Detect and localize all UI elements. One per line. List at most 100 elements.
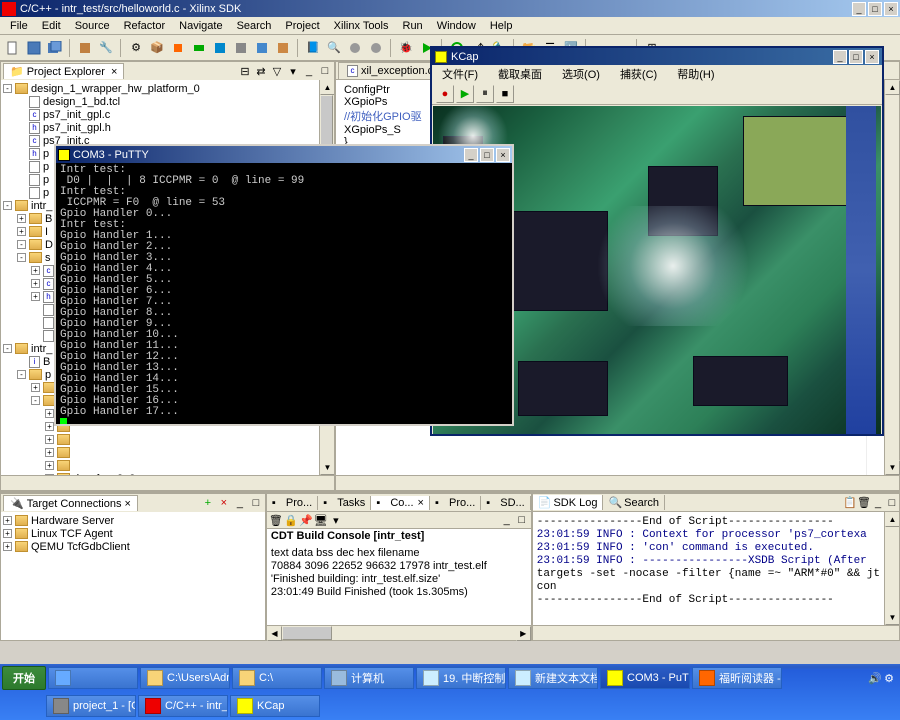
- maximize-panel-icon[interactable]: □: [249, 496, 263, 510]
- minimize-panel-icon[interactable]: _: [871, 496, 885, 510]
- tree-toggle-icon[interactable]: -: [3, 201, 12, 210]
- debug-icon[interactable]: 🐞: [397, 39, 415, 57]
- tree-toggle-icon[interactable]: -: [17, 253, 26, 262]
- menu-edit[interactable]: Edit: [36, 19, 67, 33]
- target-item[interactable]: +Linux TCF Agent: [3, 527, 263, 540]
- editor-hscroll[interactable]: [336, 475, 899, 490]
- menu-source[interactable]: Source: [69, 19, 116, 33]
- tree-toggle-icon[interactable]: +: [31, 383, 40, 392]
- project-explorer-hscroll[interactable]: [1, 475, 334, 490]
- menu-xilinx-tools[interactable]: Xilinx Tools: [328, 19, 395, 33]
- bottom-tab-tasks[interactable]: ▪Tasks: [318, 496, 371, 510]
- icon-b[interactable]: [367, 39, 385, 57]
- console-content[interactable]: text data bss dec hex filename 70884 309…: [267, 543, 531, 603]
- tree-toggle-icon[interactable]: +: [45, 422, 54, 431]
- minimize-panel-icon[interactable]: _: [233, 496, 247, 510]
- target-connections-tab[interactable]: 🔌 Target Connections ×: [3, 495, 138, 511]
- filter-icon[interactable]: ▽: [270, 64, 284, 78]
- save-icon[interactable]: [25, 39, 43, 57]
- tree-node[interactable]: +: [3, 459, 317, 472]
- kcap-menu-help[interactable]: 帮助(H): [671, 65, 720, 83]
- tree-toggle-icon[interactable]: +: [45, 461, 54, 470]
- scroll-down-icon[interactable]: ▼: [320, 460, 334, 475]
- sdk-log-hscroll[interactable]: [533, 625, 899, 640]
- menu-window[interactable]: Window: [431, 19, 482, 33]
- menu-file[interactable]: File: [4, 19, 34, 33]
- menu-run[interactable]: Run: [397, 19, 429, 33]
- book-icon[interactable]: 📘: [304, 39, 322, 57]
- kcap-play-button[interactable]: ▶: [456, 85, 474, 103]
- start-button[interactable]: 开始: [2, 666, 46, 690]
- bottom-tab-console[interactable]: ▪Co...×: [371, 496, 430, 510]
- menu-project[interactable]: Project: [279, 19, 325, 33]
- tree-node[interactable]: +: [3, 433, 317, 446]
- maximize-button[interactable]: □: [868, 2, 882, 16]
- collapse-all-icon[interactable]: ⊟: [238, 64, 252, 78]
- tree-node[interactable]: cps7_init_gpl.c: [3, 108, 317, 121]
- tray-icon[interactable]: ⚙: [884, 672, 894, 685]
- board-icon[interactable]: [190, 39, 208, 57]
- kcap-close-button[interactable]: ×: [865, 50, 879, 64]
- new-icon[interactable]: [4, 39, 22, 57]
- console-hscroll[interactable]: ◀ ▶: [267, 625, 531, 640]
- wrench-icon[interactable]: 🔧: [97, 39, 115, 57]
- tree-toggle-icon[interactable]: +: [45, 435, 54, 444]
- editor-scroll-up-icon[interactable]: ▲: [885, 80, 900, 95]
- taskbar-item[interactable]: C/C++ - intr_tes...: [138, 695, 228, 717]
- kcap-menu-file[interactable]: 文件(F): [436, 65, 484, 83]
- putty-window[interactable]: COM3 - PuTTY _ □ × Intr test: D0 | | | 8…: [54, 144, 514, 426]
- kcap-stop-button[interactable]: ■: [496, 85, 514, 103]
- console-pin-icon[interactable]: 📌: [299, 513, 313, 527]
- tree-toggle-icon[interactable]: -: [3, 84, 12, 93]
- tree-toggle-icon[interactable]: +: [17, 227, 26, 236]
- icon-a[interactable]: [346, 39, 364, 57]
- menu-navigate[interactable]: Navigate: [173, 19, 228, 33]
- sdk-log-scrollbar[interactable]: ▲▼: [884, 512, 899, 625]
- close-tab-icon[interactable]: ×: [111, 66, 117, 78]
- package-icon[interactable]: 📦: [148, 39, 166, 57]
- console-clear-icon[interactable]: 🗑: [269, 513, 283, 527]
- minimize-console-icon[interactable]: _: [500, 513, 514, 527]
- tool2-icon[interactable]: [253, 39, 271, 57]
- maximize-panel-icon[interactable]: □: [318, 64, 332, 78]
- sdk-log-clear-icon[interactable]: 🗑: [857, 496, 871, 510]
- tree-toggle-icon[interactable]: +: [31, 292, 40, 301]
- minimize-panel-icon[interactable]: _: [302, 64, 316, 78]
- tree-toggle-icon[interactable]: -: [31, 396, 40, 405]
- console-lock-icon[interactable]: 🔒: [284, 513, 298, 527]
- maximize-panel-icon[interactable]: □: [885, 496, 899, 510]
- sdk-log-content[interactable]: ----------------End of Script-----------…: [533, 512, 884, 625]
- link-editor-icon[interactable]: ⇄: [254, 64, 268, 78]
- remove-target-icon[interactable]: ×: [217, 496, 231, 510]
- scroll-up-icon[interactable]: ▲: [320, 80, 334, 95]
- console-scroll-left-icon[interactable]: ◀: [267, 626, 282, 641]
- scroll-up-icon[interactable]: ▲: [885, 512, 899, 527]
- tree-toggle-icon[interactable]: +: [31, 279, 40, 288]
- project-explorer-tab[interactable]: 📁 Project Explorer ×: [3, 63, 124, 79]
- target-connections-tree[interactable]: +Hardware Server+Linux TCF Agent+QEMU Tc…: [1, 512, 265, 640]
- putty-maximize-button[interactable]: □: [480, 148, 494, 162]
- console-menu-icon[interactable]: ▾: [329, 513, 343, 527]
- add-target-icon[interactable]: +: [201, 496, 215, 510]
- tree-node[interactable]: +: [3, 446, 317, 459]
- minimize-button[interactable]: _: [852, 2, 866, 16]
- taskbar-item[interactable]: 19. 中断控制...: [416, 667, 506, 689]
- sdk-log-tab[interactable]: 📄 SDK Log: [533, 495, 604, 510]
- gear-icon[interactable]: ⚙: [127, 39, 145, 57]
- bottom-tab-properties[interactable]: ▪Pro...: [430, 496, 481, 510]
- taskbar-item[interactable]: C:\: [232, 667, 322, 689]
- tree-toggle-icon[interactable]: -: [3, 344, 12, 353]
- device-icon[interactable]: [211, 39, 229, 57]
- close-tab-icon[interactable]: ×: [418, 497, 424, 509]
- kcap-pause-button[interactable]: ⏸: [476, 85, 494, 103]
- taskbar-item[interactable]: [48, 667, 138, 689]
- menu-search[interactable]: Search: [231, 19, 278, 33]
- tree-toggle-icon[interactable]: +: [17, 214, 26, 223]
- tree-node[interactable]: design_1_bd.tcl: [3, 95, 317, 108]
- maximize-console-icon[interactable]: □: [515, 513, 529, 527]
- putty-close-button[interactable]: ×: [496, 148, 510, 162]
- tree-toggle-icon[interactable]: +: [31, 266, 40, 275]
- kcap-menu-capture[interactable]: 捕获(C): [614, 65, 663, 83]
- editor-scroll-down-icon[interactable]: ▼: [885, 460, 900, 475]
- tree-node[interactable]: hps7_init_gpl.h: [3, 121, 317, 134]
